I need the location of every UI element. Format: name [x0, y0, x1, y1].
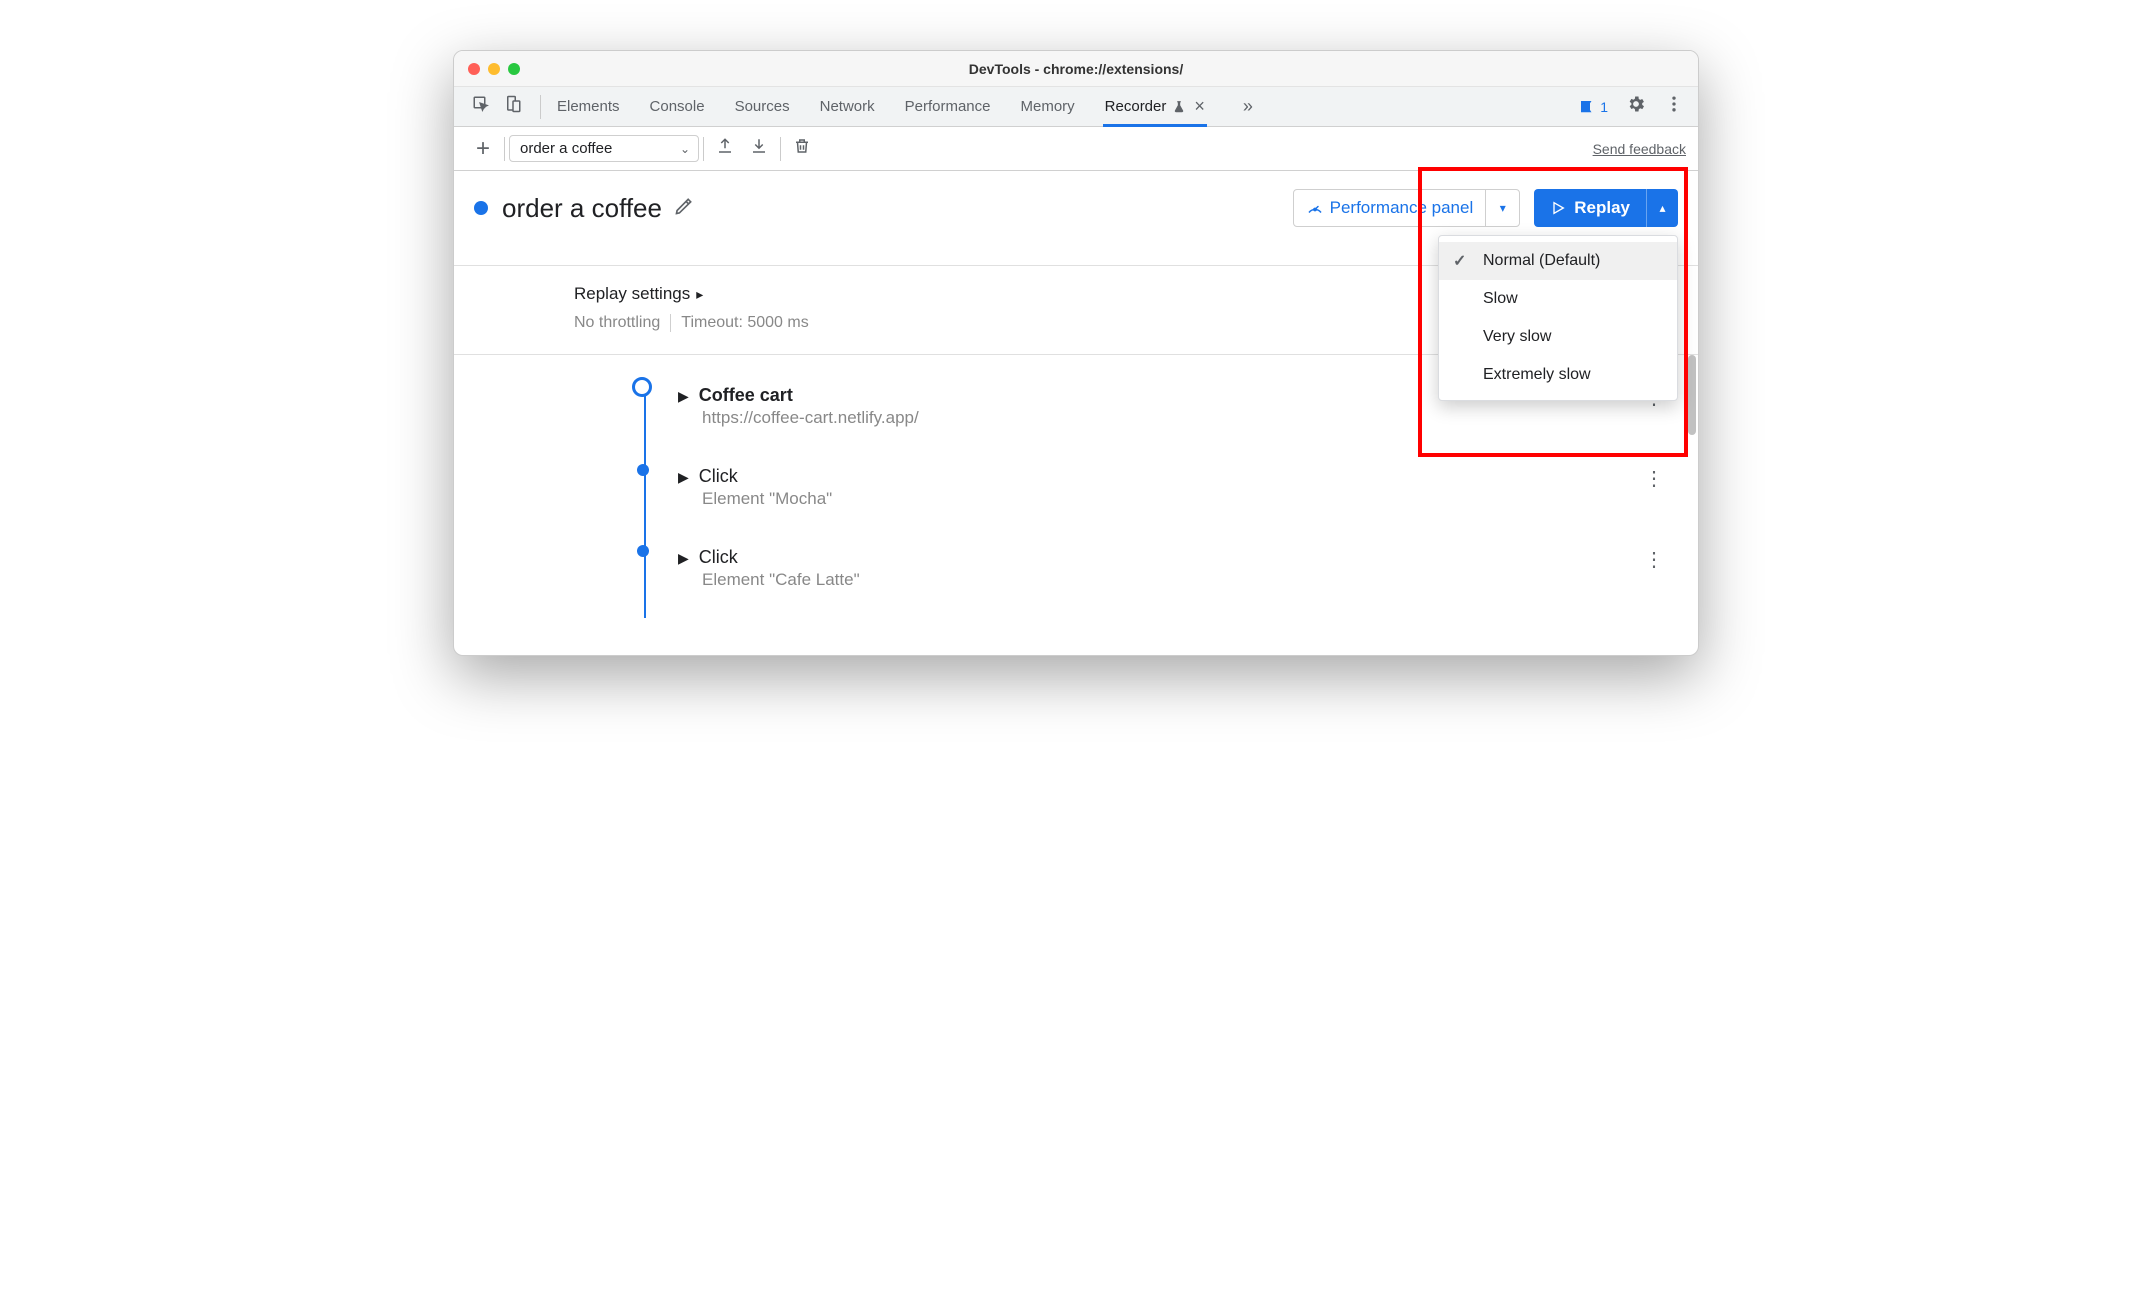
tab-memory[interactable]: Memory — [1019, 88, 1077, 125]
devtools-tabstrip: Elements Console Sources Network Perform… — [454, 87, 1698, 127]
status-dot — [474, 201, 488, 215]
replay-speed-menu: Normal (Default) Slow Very slow Extremel… — [1438, 235, 1678, 401]
step-subtitle: https://coffee-cart.netlify.app/ — [702, 408, 1674, 428]
tab-network[interactable]: Network — [818, 88, 877, 125]
tab-elements[interactable]: Elements — [555, 88, 622, 125]
tab-console[interactable]: Console — [648, 88, 707, 125]
replay-speed-dropdown[interactable]: ▴ — [1646, 189, 1678, 227]
window-title: DevTools - chrome://extensions/ — [454, 61, 1698, 77]
settings-icon[interactable] — [1626, 94, 1646, 119]
send-feedback-link[interactable]: Send feedback — [1593, 141, 1686, 157]
recording-title: order a coffee — [502, 193, 662, 224]
tab-performance[interactable]: Performance — [903, 88, 993, 125]
performance-panel-button[interactable]: Performance panel — [1294, 190, 1486, 226]
step-item[interactable]: ▶Click Element "Cafe Latte" ⋮ — [634, 537, 1674, 618]
replay-button[interactable]: Replay — [1534, 189, 1646, 227]
more-tabs-icon[interactable]: » — [1233, 96, 1263, 117]
device-toolbar-icon[interactable] — [504, 95, 522, 118]
performance-panel-dropdown[interactable]: ▾ — [1485, 190, 1519, 226]
step-item[interactable]: ▶Click Element "Mocha" ⋮ — [634, 456, 1674, 537]
step-marker — [637, 545, 649, 557]
import-icon[interactable] — [742, 137, 776, 160]
recording-selector[interactable]: order a coffee ⌄ — [509, 135, 699, 162]
delete-icon[interactable] — [785, 137, 819, 160]
replay-speed-option-extremely-slow[interactable]: Extremely slow — [1439, 356, 1677, 394]
step-subtitle: Element "Mocha" — [702, 489, 1674, 509]
chevron-right-icon: ▶ — [678, 550, 689, 567]
chevron-right-icon: ▸ — [696, 286, 703, 303]
window-titlebar: DevTools - chrome://extensions/ — [454, 51, 1698, 87]
export-icon[interactable] — [708, 137, 742, 160]
step-menu-icon[interactable]: ⋮ — [1644, 547, 1664, 572]
tab-sources[interactable]: Sources — [733, 88, 792, 125]
issues-button[interactable]: 1 — [1578, 98, 1608, 116]
step-marker — [632, 377, 652, 397]
throttling-value: No throttling — [574, 314, 660, 332]
close-tab-icon[interactable]: × — [1194, 96, 1205, 117]
chevron-right-icon: ▶ — [678, 469, 689, 486]
chevron-down-icon: ⌄ — [680, 142, 690, 156]
new-recording-button[interactable]: + — [466, 135, 500, 163]
edit-title-icon[interactable] — [674, 196, 694, 221]
timeout-value: Timeout: 5000 ms — [681, 314, 808, 332]
inspect-element-icon[interactable] — [472, 95, 490, 118]
issues-count: 1 — [1600, 99, 1608, 115]
replay-speed-option-normal[interactable]: Normal (Default) — [1439, 242, 1677, 280]
replay-speed-option-very-slow[interactable]: Very slow — [1439, 318, 1677, 356]
chevron-right-icon: ▶ — [678, 388, 689, 405]
step-menu-icon[interactable]: ⋮ — [1644, 466, 1664, 491]
replay-speed-option-slow[interactable]: Slow — [1439, 280, 1677, 318]
recorder-toolbar: + order a coffee ⌄ Send feedback — [454, 127, 1698, 171]
recording-header: order a coffee Performance panel ▾ Repla… — [454, 171, 1698, 266]
step-marker — [637, 464, 649, 476]
experiment-icon — [1172, 100, 1186, 114]
kebab-menu-icon[interactable] — [1664, 94, 1684, 119]
step-subtitle: Element "Cafe Latte" — [702, 570, 1674, 590]
tab-recorder[interactable]: Recorder × — [1103, 86, 1207, 127]
